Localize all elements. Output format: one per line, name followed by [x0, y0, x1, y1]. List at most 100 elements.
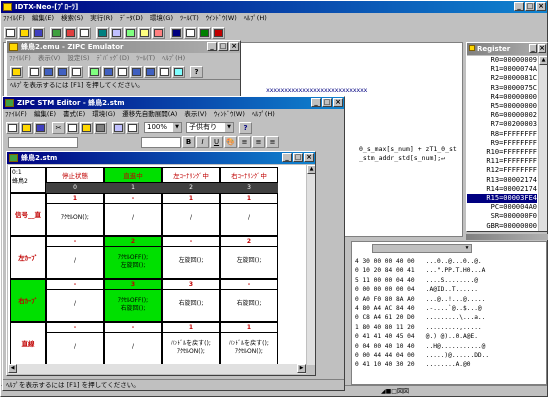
doc-vertical-scrollbar[interactable]: ▲	[306, 165, 315, 365]
close-button[interactable]: ×	[304, 153, 314, 162]
font-size-select[interactable]	[141, 136, 181, 148]
grid-icon[interactable]	[198, 26, 211, 39]
minimize-button[interactable]: _	[514, 2, 524, 11]
watch-icon[interactable]	[110, 26, 123, 39]
menu-item[interactable]: ﾃﾞﾊﾞｯｸﾞ(D)	[97, 53, 130, 64]
state-header[interactable]: 直進中	[104, 167, 162, 183]
menu-item[interactable]: ﾌｧｲﾙ(F)	[5, 109, 27, 120]
menu-item[interactable]: ﾌｧｲﾙ(F)	[3, 13, 25, 24]
open-icon[interactable]	[10, 65, 23, 78]
table-cell[interactable]: 2 ｱｸｾﾙOFF(); 左旋回();	[104, 236, 162, 279]
menu-item[interactable]: 編集(E)	[32, 13, 54, 24]
italic-icon[interactable]: I	[196, 136, 209, 148]
event-label[interactable]: 右ｶｰﾌﾞ	[10, 279, 46, 322]
menu-item[interactable]: ﾃﾞｰﾀ(D)	[120, 13, 143, 24]
step-icon[interactable]	[102, 65, 115, 78]
table-cell[interactable]: - /	[104, 193, 162, 236]
underline-icon[interactable]: U	[210, 136, 223, 148]
children-select[interactable]: 子供有り ▼	[186, 122, 234, 133]
load-icon[interactable]	[28, 65, 41, 78]
event-label[interactable]: 信号__直	[10, 193, 46, 236]
menu-item[interactable]: ﾍﾙﾌﾟ(H)	[252, 109, 275, 120]
menu-item[interactable]: ﾂｰﾙ(T)	[136, 53, 155, 64]
table-cell[interactable]: - /	[46, 279, 104, 322]
close-button[interactable]: ×	[536, 2, 546, 11]
print-icon[interactable]	[94, 121, 107, 134]
trace-icon[interactable]	[138, 26, 151, 39]
menu-item[interactable]: 実行(R)	[90, 13, 113, 24]
menu-item[interactable]: ﾍﾙﾌﾟ(H)	[244, 13, 267, 24]
new-icon[interactable]	[4, 26, 17, 39]
minimize-button[interactable]: _	[207, 42, 217, 51]
scroll-up-icon[interactable]: ▲	[307, 165, 315, 174]
scroll-up-icon[interactable]: ▲	[539, 56, 547, 65]
event-label[interactable]: 直線	[10, 322, 46, 365]
menu-item[interactable]: 編集(E)	[34, 109, 56, 120]
register-scrollbar[interactable]: ▲	[538, 56, 547, 231]
table-cell[interactable]: 2 左旋回();	[220, 236, 278, 279]
grid-icon[interactable]	[126, 121, 139, 134]
view-icon[interactable]	[70, 65, 83, 78]
scroll-left-icon[interactable]: ◀	[8, 364, 17, 373]
run-icon[interactable]	[64, 26, 77, 39]
close-button[interactable]: ×	[333, 98, 343, 107]
help-icon[interactable]: ?	[190, 65, 203, 78]
table-cell[interactable]: - /	[46, 322, 104, 365]
color-icon[interactable]: 🎨	[224, 136, 237, 148]
trace-icon[interactable]	[116, 65, 129, 78]
table-cell[interactable]: 1/	[162, 193, 220, 236]
table-cell[interactable]: 1 ﾊﾝﾄﾞﾙを戻す(); ｱｸｾﾙON();	[220, 322, 278, 365]
close-button[interactable]: ×	[229, 42, 239, 51]
table-cell[interactable]: - /	[46, 236, 104, 279]
table-cell[interactable]: - 左旋回();	[162, 236, 220, 279]
minimize-button[interactable]: _	[282, 153, 292, 162]
menu-item[interactable]: 遷移先自動展開(A)	[122, 109, 177, 120]
align-center-icon[interactable]: ≡	[252, 136, 265, 148]
menu-item[interactable]: 環境(G)	[92, 109, 115, 120]
zoom-select[interactable]: 100% ▼	[144, 122, 182, 133]
help-icon[interactable]: ?	[239, 121, 252, 134]
tile-icon[interactable]	[212, 26, 225, 39]
state-header[interactable]: 右ｺｰﾅﾘﾝｸﾞ中	[220, 167, 278, 183]
font-select[interactable]	[8, 136, 78, 148]
menu-item[interactable]: 設定(S)	[67, 53, 89, 64]
table-cell[interactable]: 3 右旋回();	[162, 279, 220, 322]
menu-item[interactable]: 書式(E)	[63, 109, 85, 120]
build-icon[interactable]	[50, 26, 63, 39]
memory-icon[interactable]	[42, 65, 55, 78]
step-icon[interactable]	[78, 26, 91, 39]
table-cell[interactable]: - 右旋回();	[220, 279, 278, 322]
menu-item[interactable]: ﾂｰﾙ(T)	[180, 13, 199, 24]
event-label[interactable]: 左ｶｰﾌﾞ	[10, 236, 46, 279]
menu-item[interactable]: 検索(S)	[61, 13, 83, 24]
bold-icon[interactable]: B	[182, 136, 195, 148]
menu-item[interactable]: ﾌｧｲﾙ(F)	[9, 53, 31, 64]
doc-horizontal-scrollbar[interactable]: ◀ ▶	[8, 364, 306, 374]
minimize-button[interactable]: _	[311, 98, 321, 107]
menu-item[interactable]: ｳｲﾝﾄﾞｳ(W)	[206, 13, 237, 24]
memory-address-combo[interactable]: ▼	[372, 244, 472, 253]
paste-icon[interactable]	[80, 121, 93, 134]
table-cell[interactable]: 1/	[220, 193, 278, 236]
table-cell[interactable]: 3 ｱｸｾﾙOFF(); 右旋回();	[104, 279, 162, 322]
window-icon[interactable]	[184, 26, 197, 39]
maximize-button[interactable]: □	[218, 42, 228, 51]
minimize-button[interactable]: _	[529, 44, 537, 53]
memory-view[interactable]: ▼ 4 30 00 00 40 00 ...0..@...0..@. 0 10 2…	[351, 241, 547, 385]
state-header[interactable]: 停止状態	[46, 167, 104, 183]
cut-icon[interactable]: ✂	[52, 121, 65, 134]
new-icon[interactable]	[6, 121, 19, 134]
layout-icon[interactable]	[170, 26, 183, 39]
register-list[interactable]: R0=00000009 R1=0000074A R2=0000081C R3=0000…	[467, 56, 539, 231]
menu-item[interactable]: ｳｨﾝﾄﾞｳ(W)	[214, 109, 245, 120]
maximize-button[interactable]: □	[322, 98, 332, 107]
menu-item[interactable]: 環境(G)	[150, 13, 173, 24]
memory-icon[interactable]	[124, 26, 137, 39]
table-cell[interactable]: 1 ｱｸｾﾙON();	[46, 193, 104, 236]
table-icon[interactable]	[112, 121, 125, 134]
align-right-icon[interactable]: ≡	[266, 136, 279, 148]
close-button[interactable]: ×	[538, 44, 546, 53]
register-icon[interactable]	[56, 65, 69, 78]
open-icon[interactable]	[20, 121, 33, 134]
maximize-button[interactable]: □	[525, 2, 535, 11]
